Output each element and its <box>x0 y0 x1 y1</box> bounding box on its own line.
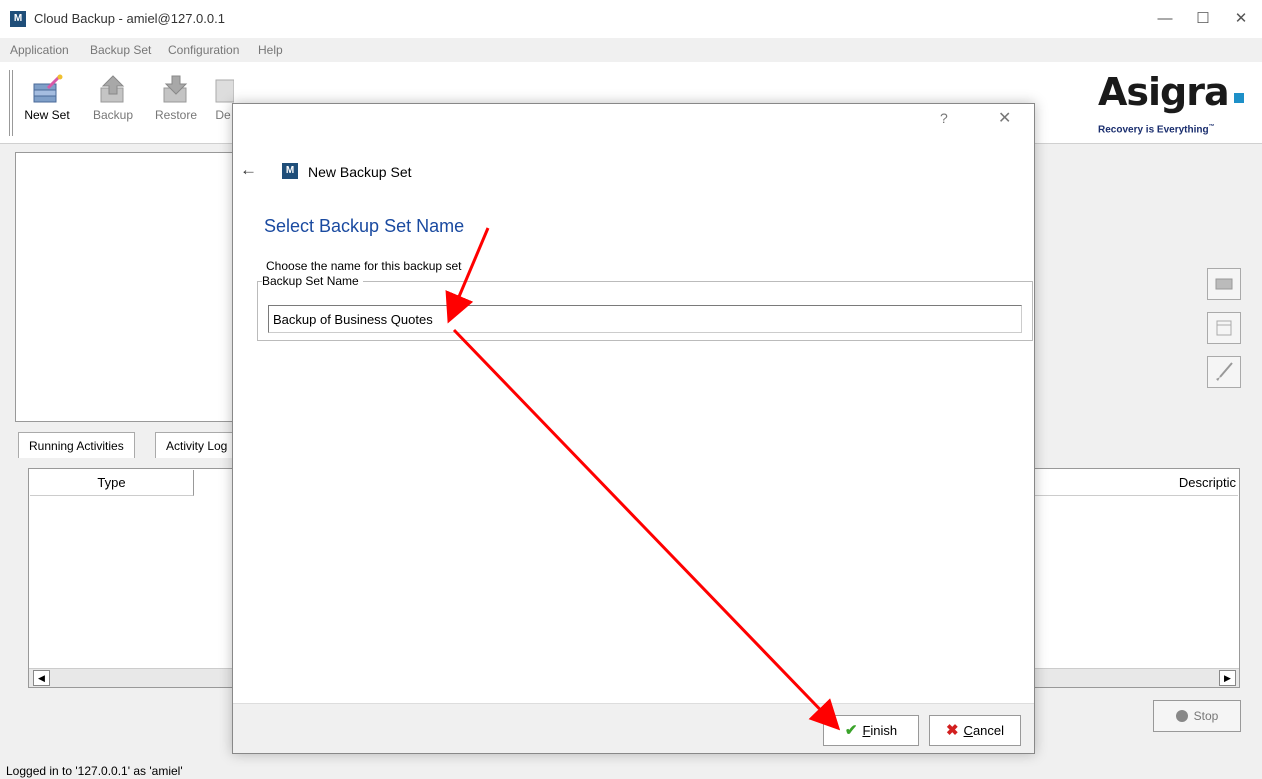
dialog-title: New Backup Set <box>308 164 412 180</box>
status-bar: Logged in to '127.0.0.1' as 'amiel' <box>0 759 1262 779</box>
dialog-app-icon: M <box>282 163 298 179</box>
finish-label: inish <box>870 723 898 738</box>
delete-button[interactable]: De <box>212 70 234 122</box>
maximize-button[interactable]: ☐ <box>1190 6 1216 32</box>
toolbar-label: De <box>215 108 231 122</box>
menu-backup-set[interactable]: Backup Set <box>90 43 151 57</box>
tab-activity-log[interactable]: Activity Log <box>155 432 233 458</box>
stop-label: Stop <box>1193 709 1219 723</box>
step-heading: Select Backup Set Name <box>264 216 465 236</box>
drive-icon <box>1215 278 1233 290</box>
brush-icon <box>1216 362 1233 381</box>
box-icon <box>1216 320 1232 336</box>
new-backup-set-dialog <box>232 103 1035 754</box>
window-title: Cloud Backup - amiel@127.0.0.1 <box>34 11 225 26</box>
asigra-logo: Asigra <box>1098 70 1230 114</box>
check-icon: ✔ <box>844 722 858 739</box>
scroll-right-icon[interactable]: ▶ <box>1219 670 1236 686</box>
menu-help[interactable]: Help <box>258 43 283 57</box>
cancel-label: ancel <box>972 723 1005 738</box>
side-button-2[interactable] <box>1207 312 1241 344</box>
minimize-button[interactable]: — <box>1152 6 1178 32</box>
toolbar-grip[interactable] <box>9 70 13 136</box>
tagline-text: Recovery is Everything <box>1098 124 1209 136</box>
scroll-left-icon[interactable]: ◀ <box>33 670 50 686</box>
delete-icon <box>215 79 234 103</box>
step-description: Choose the name for this backup set <box>266 259 462 273</box>
toolbar-label: Backup <box>92 108 134 122</box>
backup-button[interactable]: Backup <box>88 70 138 122</box>
logo-tagline: Recovery is Everything™ <box>1098 124 1215 135</box>
menu-application[interactable]: Application <box>10 43 69 57</box>
restore-icon <box>163 75 188 103</box>
name-group-label: Backup Set Name <box>262 274 363 288</box>
backup-icon <box>100 75 125 103</box>
close-button[interactable]: ✕ <box>1228 6 1254 32</box>
logo-dot <box>1234 93 1244 103</box>
app-icon: M <box>10 11 26 27</box>
toolbar-label: New Set <box>24 108 70 122</box>
stop-icon <box>1175 710 1188 722</box>
restore-button[interactable]: Restore <box>148 70 204 122</box>
new-set-icon <box>33 74 63 103</box>
finish-button[interactable]: ✔ Finish <box>823 715 919 746</box>
backup-set-tree[interactable] <box>15 152 235 422</box>
cancel-mnemonic: C <box>963 723 973 738</box>
side-button-3[interactable] <box>1207 356 1241 388</box>
menu-bar: Application Backup Set Configuration Hel… <box>0 38 1262 62</box>
dialog-close-icon[interactable]: ✕ <box>998 108 1011 128</box>
column-header-type[interactable]: Type <box>30 470 194 496</box>
menu-configuration[interactable]: Configuration <box>168 43 239 57</box>
new-set-button[interactable]: New Set <box>20 70 74 122</box>
back-arrow-icon[interactable]: ← <box>240 160 257 180</box>
side-button-1[interactable] <box>1207 268 1241 300</box>
help-icon[interactable]: ? <box>940 110 948 126</box>
tab-running-activities[interactable]: Running Activities <box>18 432 135 458</box>
stop-button[interactable]: Stop <box>1153 700 1241 732</box>
cancel-button[interactable]: ✖ Cancel <box>929 715 1021 746</box>
column-header-description[interactable]: Descriptic <box>1030 470 1238 496</box>
trademark: ™ <box>1208 124 1215 130</box>
cancel-icon: ✖ <box>945 722 959 739</box>
backup-set-name-input[interactable] <box>268 305 1022 333</box>
toolbar-label: Restore <box>154 108 198 122</box>
